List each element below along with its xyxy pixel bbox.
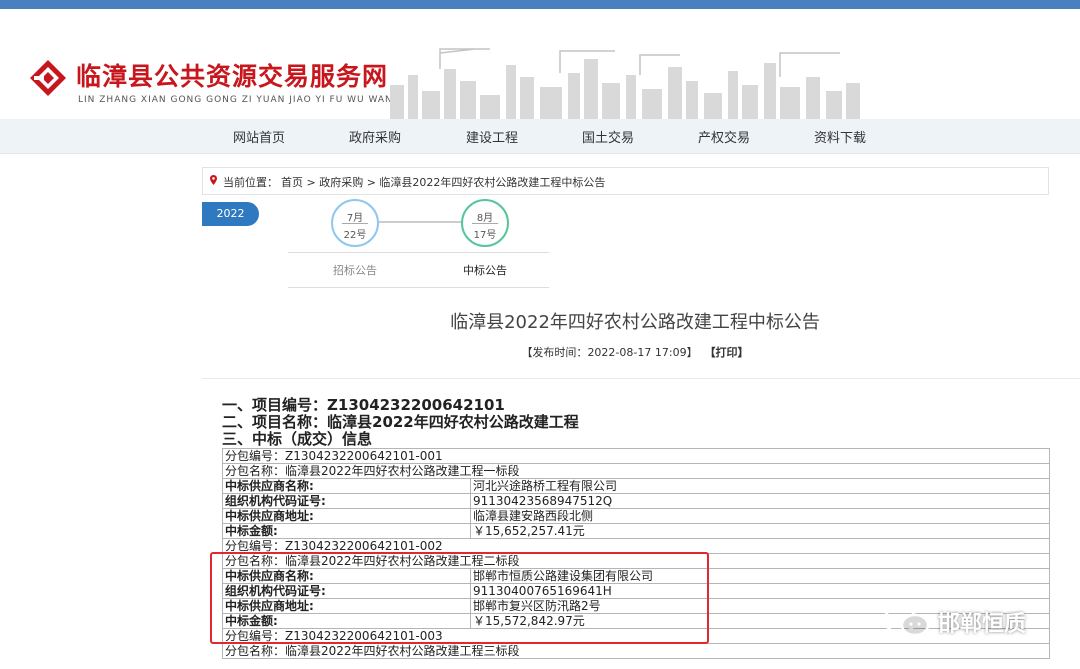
content-divider <box>202 378 1080 379</box>
cell-value: 临漳县建安路西段北侧 <box>470 508 1050 524</box>
city-skyline-banner <box>390 48 860 125</box>
timeline-day: 17号 <box>473 230 497 241</box>
package-number: 分包编号：Z1304232200642101-001 <box>222 448 1050 464</box>
site-header: 临漳县公共资源交易服务网 LIN ZHANG XIAN GONG GONG ZI… <box>0 9 1080 125</box>
timeline-label-award[interactable]: 中标公告 <box>463 262 507 278</box>
nav-item-land-trading[interactable]: 国土交易 <box>582 127 634 146</box>
publish-time: 2022-08-17 17:09 <box>587 346 687 359</box>
section-project-name: 二、项目名称：临漳县2022年四好农村公路改建工程 <box>222 413 579 431</box>
table-row: 分包名称：临漳县2022年四好农村公路改建工程一标段 <box>222 463 1050 479</box>
highlight-annotation-box <box>210 552 709 644</box>
wechat-watermark: 邯郸恒质 <box>880 603 1060 639</box>
cell-value: 河北兴途路桥工程有限公司 <box>470 478 1050 494</box>
publish-time-open: 【发布时间： <box>521 346 588 359</box>
year-tab[interactable]: 2022 <box>202 202 259 226</box>
table-row: 分包名称：临漳县2022年四好农村公路改建工程三标段 <box>222 643 1050 659</box>
timeline-step-award[interactable]: 8月 17号 <box>461 199 509 247</box>
table-row: 中标供应商名称: 河北兴途路桥工程有限公司 <box>222 478 1050 494</box>
top-accent-bar <box>0 0 1080 9</box>
timeline-day: 22号 <box>343 230 367 241</box>
watermark-text: 邯郸恒质 <box>938 612 1027 637</box>
wechat-icon <box>882 606 930 637</box>
breadcrumb-path[interactable]: 首页 > 政府采购 > 临漳县2022年四好农村公路改建工程中标公告 <box>281 174 605 190</box>
cell-label: 中标供应商地址: <box>222 508 471 524</box>
breadcrumb-label: 当前位置： <box>223 176 278 189</box>
timeline-divider-top <box>288 252 549 253</box>
table-row: 组织机构代码证号: 91130423568947512Q <box>222 493 1050 509</box>
cell-value: ￥15,652,257.41元 <box>470 523 1050 539</box>
print-link[interactable]: 【打印】 <box>705 346 749 359</box>
breadcrumb: 当前位置： 首页 > 政府采购 > 临漳县2022年四好农村公路改建工程中标公告 <box>202 167 1049 195</box>
site-logo-icon[interactable] <box>28 58 68 98</box>
nav-item-home[interactable]: 网站首页 <box>233 127 285 146</box>
timeline-divider-bottom <box>288 287 549 288</box>
timeline-label-tender[interactable]: 招标公告 <box>333 262 377 278</box>
timeline-step-tender[interactable]: 7月 22号 <box>331 199 379 247</box>
package-name: 分包名称：临漳县2022年四好农村公路改建工程三标段 <box>222 643 1050 659</box>
table-row: 中标供应商地址: 临漳县建安路西段北侧 <box>222 508 1050 524</box>
nav-item-construction[interactable]: 建设工程 <box>466 127 518 146</box>
timeline-divider <box>342 223 368 224</box>
package-name: 分包名称：临漳县2022年四好农村公路改建工程一标段 <box>222 463 1050 479</box>
site-pinyin: LIN ZHANG XIAN GONG GONG ZI YUAN JIAO YI… <box>78 95 401 105</box>
cell-label: 中标金额: <box>222 523 471 539</box>
main-nav: 网站首页 政府采购 建设工程 国土交易 产权交易 资料下载 <box>0 119 1080 154</box>
cell-value: 91130423568947512Q <box>470 493 1050 509</box>
article-meta: 【发布时间：2022-08-17 17:09】 【打印】 <box>0 344 1080 360</box>
section-award-info: 三、中标（成交）信息 <box>222 430 373 448</box>
table-row: 中标金额: ￥15,652,257.41元 <box>222 523 1050 539</box>
timeline-month: 7月 <box>346 213 364 224</box>
timeline-month: 8月 <box>476 213 494 224</box>
timeline-divider <box>472 223 498 224</box>
site-title[interactable]: 临漳县公共资源交易服务网 <box>76 57 388 93</box>
cell-label: 组织机构代码证号: <box>222 493 471 509</box>
publish-time-close: 】 <box>686 346 698 359</box>
timeline-connector <box>378 221 462 223</box>
nav-item-property-trading[interactable]: 产权交易 <box>698 127 750 146</box>
location-pin-icon <box>210 175 217 185</box>
article-title: 临漳县2022年四好农村公路改建工程中标公告 <box>450 312 820 333</box>
nav-item-downloads[interactable]: 资料下载 <box>814 127 866 146</box>
section-project-number: 一、项目编号：Z1304232200642101 <box>222 396 505 414</box>
table-row: 分包编号：Z1304232200642101-001 <box>222 448 1050 464</box>
nav-item-government-procurement[interactable]: 政府采购 <box>349 127 401 146</box>
cell-label: 中标供应商名称: <box>222 478 471 494</box>
